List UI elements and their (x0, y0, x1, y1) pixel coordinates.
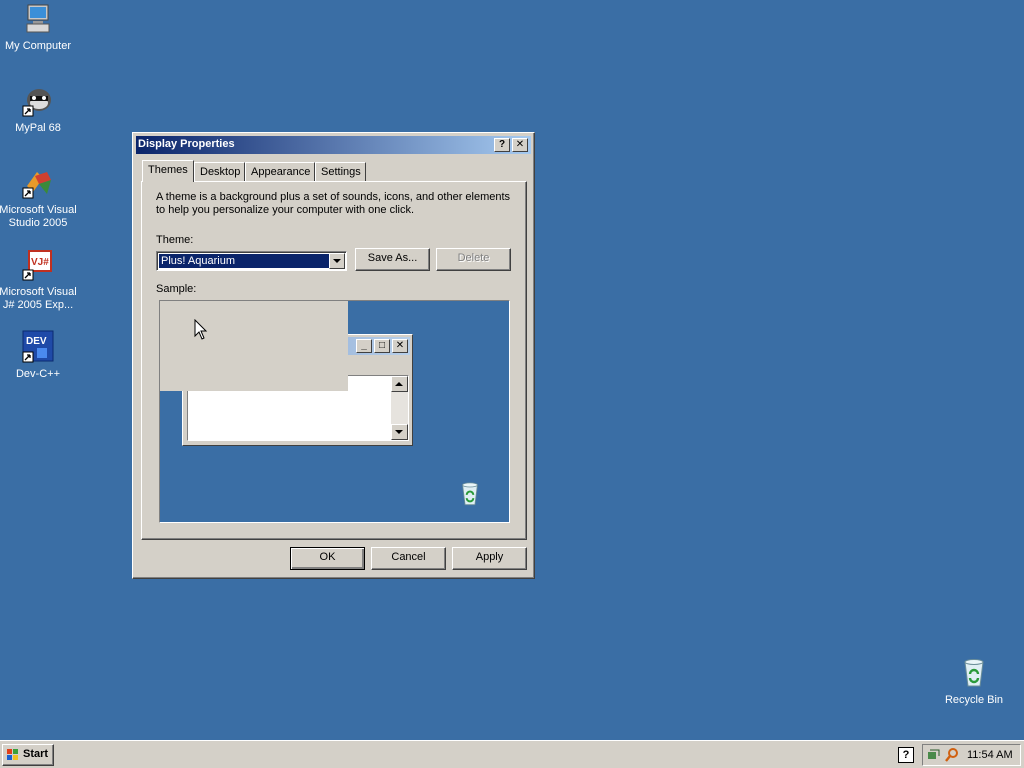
delete-button[interactable]: Delete (436, 248, 511, 271)
network-tray-icon[interactable] (927, 748, 941, 765)
maximize-icon: □ (374, 339, 390, 353)
desktop-icon-devcpp[interactable]: DEV Dev-C++ (0, 330, 78, 381)
title-bar[interactable]: Display Properties ? ✕ (136, 136, 531, 154)
cancel-button[interactable]: Cancel (371, 547, 446, 570)
sample-scrollbar (391, 376, 408, 440)
help-tray-icon[interactable]: ? (898, 747, 914, 763)
visual-jsharp-icon: VJ# (21, 248, 55, 282)
svg-text:DEV: DEV (26, 336, 47, 347)
recycle-bin-icon (957, 656, 991, 690)
theme-label: Theme: (156, 234, 194, 246)
scroll-up-icon (391, 376, 408, 392)
tab-appearance[interactable]: Appearance (245, 162, 315, 182)
scroll-down-icon (391, 424, 408, 440)
taskbar: Start ? 11:54 AM (0, 740, 1024, 768)
computer-icon (21, 2, 55, 36)
devcpp-icon: DEV (21, 330, 55, 364)
close-button[interactable]: ✕ (512, 138, 528, 152)
desktop-icon-label: Recycle Bin (944, 694, 1004, 706)
system-tray: 11:54 AM (922, 744, 1021, 766)
theme-select[interactable]: Plus! Aquarium (156, 251, 347, 271)
sample-recycle-bin-icon (456, 479, 484, 512)
search-tray-icon[interactable] (945, 748, 959, 765)
desktop-icon-visual-studio[interactable]: Microsoft Visual Studio 2005 (0, 166, 78, 230)
ok-button[interactable]: OK (290, 547, 365, 570)
chevron-down-icon[interactable] (329, 253, 345, 269)
tab-desktop[interactable]: Desktop (194, 162, 245, 182)
desktop-icon-visual-jsharp[interactable]: VJ# Microsoft Visual J# 2005 Exp... (0, 248, 78, 312)
desktop-icon-label: Microsoft Visual J# 2005 Exp... (0, 286, 77, 311)
raccoon-icon (21, 84, 55, 118)
start-button[interactable]: Start (2, 744, 54, 766)
tab-themes[interactable]: Themes (142, 160, 194, 182)
dialog-title: Display Properties (138, 138, 235, 150)
mouse-cursor-icon (194, 318, 208, 344)
apply-button[interactable]: Apply (452, 547, 527, 570)
tab-settings[interactable]: Settings (315, 162, 366, 182)
windows-logo-icon (6, 748, 20, 762)
clock[interactable]: 11:54 AM (967, 749, 1013, 761)
theme-description: A theme is a background plus a set of so… (156, 191, 511, 216)
sample-overlay (160, 301, 348, 391)
desktop-icon-my-computer[interactable]: My Computer (0, 2, 78, 53)
desktop-icon-label: My Computer (4, 40, 72, 52)
save-as-button[interactable]: Save As... (355, 248, 430, 271)
desktop-icon-label: MyPal 68 (15, 122, 61, 134)
desktop-icon-label: Microsoft Visual Studio 2005 (0, 204, 77, 229)
close-icon: ✕ (392, 339, 408, 353)
start-label: Start (23, 748, 49, 760)
sample-label: Sample: (156, 283, 197, 295)
help-button[interactable]: ? (494, 138, 510, 152)
svg-text:VJ#: VJ# (31, 257, 49, 268)
theme-sample-preview: _ □ ✕ (159, 300, 510, 523)
desktop-icon-label: Dev-C++ (15, 368, 61, 380)
desktop-icon-recycle-bin[interactable]: Recycle Bin (934, 656, 1014, 707)
minimize-icon: _ (356, 339, 372, 353)
visual-studio-icon (21, 166, 55, 200)
desktop-icon-mypal[interactable]: MyPal 68 (0, 84, 78, 135)
theme-select-value: Plus! Aquarium (158, 253, 331, 269)
